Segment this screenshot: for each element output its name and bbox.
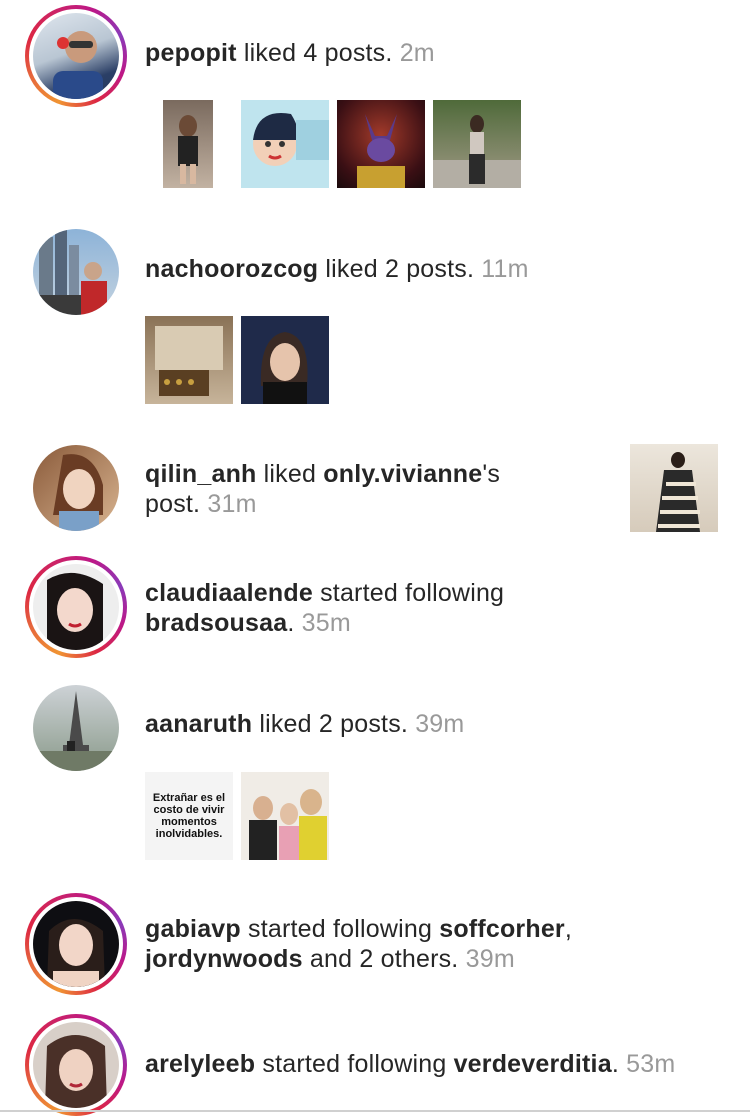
username-link[interactable]: verdeverditia bbox=[454, 1050, 612, 1078]
username-link[interactable]: arelyleeb bbox=[145, 1050, 255, 1078]
post-thumbnail[interactable] bbox=[433, 100, 521, 188]
avatar[interactable] bbox=[25, 437, 127, 539]
timestamp: 35m bbox=[301, 609, 351, 637]
username-link[interactable]: soffcorher bbox=[439, 915, 565, 943]
notification-text: gabiavp started following soffcorher, jo… bbox=[145, 914, 625, 974]
action-text: , bbox=[564, 915, 573, 943]
avatar[interactable] bbox=[25, 1014, 127, 1116]
notification-text: nachoorozcog liked 2 posts. 11m bbox=[145, 254, 625, 284]
username-link[interactable]: nachoorozcog bbox=[145, 255, 318, 283]
post-thumbnail[interactable] bbox=[163, 100, 213, 188]
username-link[interactable]: only.vivianne bbox=[323, 460, 482, 488]
timestamp: 31m bbox=[207, 490, 257, 518]
username-link[interactable]: pepopit bbox=[145, 39, 237, 67]
post-thumbnail[interactable] bbox=[630, 444, 718, 532]
notification-text: qilin_anh liked only.vivianne's post. 31… bbox=[145, 459, 625, 519]
post-thumbnail[interactable] bbox=[241, 316, 329, 404]
action-text: post. bbox=[145, 490, 201, 518]
timestamp: 2m bbox=[399, 39, 435, 67]
action-text: liked 4 posts. bbox=[236, 39, 393, 67]
action-text: . bbox=[611, 1050, 619, 1078]
username-link[interactable]: claudiaalende bbox=[145, 579, 313, 607]
action-text: and 2 others. bbox=[302, 945, 459, 973]
username-link[interactable]: qilin_anh bbox=[145, 460, 257, 488]
avatar[interactable] bbox=[25, 893, 127, 995]
notification-text: aanaruth liked 2 posts. 39m bbox=[145, 709, 625, 739]
avatar[interactable] bbox=[25, 677, 127, 779]
action-text: 's bbox=[482, 460, 501, 488]
notification-text: claudiaalende started following bradsous… bbox=[145, 578, 625, 638]
username-link[interactable]: bradsousaa bbox=[145, 609, 287, 637]
action-text: started following bbox=[255, 1050, 454, 1078]
quote-text: Extrañar es el costo de vivir momentos i… bbox=[152, 792, 226, 840]
username-link[interactable]: gabiavp bbox=[145, 915, 241, 943]
post-thumbnail[interactable] bbox=[145, 316, 233, 404]
action-text: started following bbox=[240, 915, 440, 943]
username-link[interactable]: jordynwoods bbox=[145, 945, 303, 973]
avatar[interactable] bbox=[25, 221, 127, 323]
notification-text: pepopit liked 4 posts. 2m bbox=[145, 38, 625, 68]
notification-text: arelyleeb started following verdeverditi… bbox=[145, 1049, 745, 1079]
avatar[interactable] bbox=[25, 556, 127, 658]
timestamp: 53m bbox=[626, 1050, 676, 1078]
timestamp: 11m bbox=[481, 255, 529, 283]
post-thumbnail[interactable] bbox=[241, 772, 329, 860]
post-thumbnail[interactable] bbox=[337, 100, 425, 188]
timestamp: 39m bbox=[415, 710, 465, 738]
post-thumbnail[interactable]: Extrañar es el costo de vivir momentos i… bbox=[145, 772, 233, 860]
action-text: started following bbox=[312, 579, 505, 607]
avatar[interactable] bbox=[25, 5, 127, 107]
action-text: liked 2 posts. bbox=[252, 710, 409, 738]
post-thumbnail[interactable] bbox=[241, 100, 329, 188]
action-text: liked bbox=[256, 460, 324, 488]
action-text: . bbox=[287, 609, 295, 637]
timestamp: 39m bbox=[465, 945, 515, 973]
action-text: liked 2 posts. bbox=[318, 255, 475, 283]
username-link[interactable]: aanaruth bbox=[145, 710, 252, 738]
